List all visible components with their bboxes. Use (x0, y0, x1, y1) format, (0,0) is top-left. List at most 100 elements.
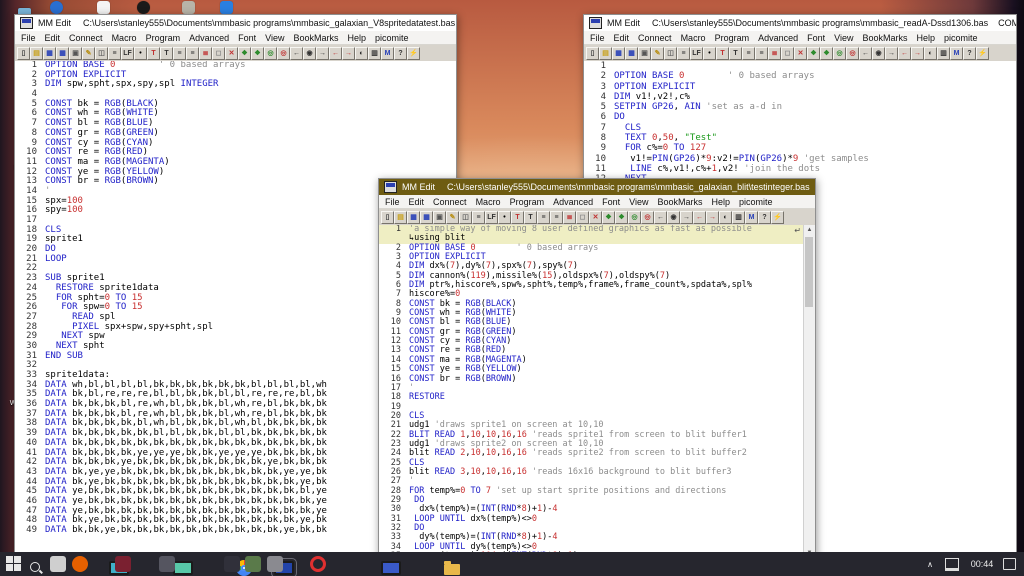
text-red-button[interactable]: T (716, 47, 729, 60)
file-explorer-icon[interactable] (444, 564, 460, 575)
globe-button[interactable]: ◐ (719, 211, 732, 224)
menu-item-file[interactable]: File (21, 33, 36, 43)
network-icon[interactable] (945, 558, 959, 571)
black-gem-icon[interactable] (137, 1, 150, 14)
record-button[interactable]: ◉ (872, 47, 885, 60)
hands-green-1-button[interactable]: ❖ (602, 211, 615, 224)
save-file-button[interactable]: ▦ (407, 211, 420, 224)
menu-item-program[interactable]: Program (510, 197, 545, 207)
menu-item-connect[interactable]: Connect (433, 197, 467, 207)
hands-green-2-button[interactable]: ❖ (615, 211, 628, 224)
app-grid-icon[interactable] (50, 556, 66, 572)
globe-button[interactable]: ◐ (924, 47, 937, 60)
forward-arrow-red-button[interactable]: → (911, 47, 924, 60)
menu-item-advanced[interactable]: Advanced (553, 197, 593, 207)
back-arrow-button[interactable]: ← (859, 47, 872, 60)
list-button[interactable]: ≡ (677, 47, 690, 60)
align-right-button[interactable]: ≡ (186, 47, 199, 60)
delete-red-button[interactable]: ✕ (225, 47, 238, 60)
delete-red-button[interactable]: ✕ (794, 47, 807, 60)
menu-item-macro[interactable]: Macro (476, 197, 501, 207)
maroon-app-icon[interactable] (115, 556, 131, 572)
taskbar-clock[interactable]: 00:44 (965, 559, 999, 569)
menu-item-picomite[interactable]: picomite (375, 33, 409, 43)
menu-item-view[interactable]: View (629, 197, 648, 207)
text-red-button[interactable]: T (147, 47, 160, 60)
menu-item-bookmarks[interactable]: BookMarks (658, 197, 703, 207)
menu-item-edit[interactable]: Edit (45, 33, 61, 43)
faded-app-icon[interactable] (267, 556, 283, 572)
hands-green-2-button[interactable]: ❖ (820, 47, 833, 60)
globe-button[interactable]: ◐ (355, 47, 368, 60)
code-line[interactable]: 2OPTION BASE 0 ' 0 based arrays (584, 71, 1016, 81)
dot-button[interactable]: • (498, 211, 511, 224)
save-file-button[interactable]: ▦ (43, 47, 56, 60)
copy-button[interactable]: ◫ (459, 211, 472, 224)
back-arrow-red-button[interactable]: ← (898, 47, 911, 60)
code-line[interactable]: 5SETPIN GP26, AIN 'set as a-d in (584, 102, 1016, 112)
columns-button[interactable]: ▥ (368, 47, 381, 60)
mmbasic-m-button[interactable]: M (950, 47, 963, 60)
line-feed-button[interactable]: LF (485, 211, 498, 224)
save-as-button[interactable]: ▦ (420, 211, 433, 224)
title-bar[interactable]: MM EditC:\Users\stanley555\Documents\mmb… (584, 15, 1016, 31)
copy-button[interactable]: ◫ (664, 47, 677, 60)
menu-item-font[interactable]: Font (238, 33, 256, 43)
menu-item-view[interactable]: View (834, 33, 853, 43)
code-line[interactable]: 10 v1!=PIN(GP26)*9:v2!=PIN(GP26)*9 'get … (584, 154, 1016, 164)
mmedit2-taskbar-icon[interactable] (381, 561, 401, 575)
find-green-button[interactable]: ◎ (264, 47, 277, 60)
menu-item-view[interactable]: View (265, 33, 284, 43)
help-button[interactable]: ? (758, 211, 771, 224)
record-button[interactable]: ◉ (667, 211, 680, 224)
text-sub-button[interactable]: T (160, 47, 173, 60)
menu-item-file[interactable]: File (385, 197, 400, 207)
align-left-button[interactable]: ≡ (173, 47, 186, 60)
save-as-button[interactable]: ▦ (56, 47, 69, 60)
dark-app-icon[interactable] (159, 556, 175, 572)
menu-item-help[interactable]: Help (712, 197, 731, 207)
notification-icon[interactable] (1003, 558, 1016, 570)
align-red-button[interactable]: ≣ (768, 47, 781, 60)
align-red-button[interactable]: ≣ (563, 211, 576, 224)
menu-item-picomite[interactable]: picomite (739, 197, 773, 207)
list-button[interactable]: ≡ (108, 47, 121, 60)
align-left-button[interactable]: ≡ (537, 211, 550, 224)
comment-bubble-button[interactable]: ◻ (212, 47, 225, 60)
print-button[interactable]: ▣ (638, 47, 651, 60)
columns-button[interactable]: ▥ (732, 211, 745, 224)
line-feed-button[interactable]: LF (690, 47, 703, 60)
run-button[interactable]: ⚡ (771, 211, 784, 224)
run-button[interactable]: ⚡ (976, 47, 989, 60)
title-bar[interactable]: MM EditC:\Users\stanley555\Documents\mmb… (379, 179, 815, 195)
hands-green-2-button[interactable]: ❖ (251, 47, 264, 60)
new-file-button[interactable]: ▯ (586, 47, 599, 60)
save-file-button[interactable]: ▦ (612, 47, 625, 60)
delete-red-button[interactable]: ✕ (589, 211, 602, 224)
code-line[interactable]: 6DO (584, 112, 1016, 122)
menu-item-edit[interactable]: Edit (614, 33, 630, 43)
tray-chevron-icon[interactable]: ∧ (921, 560, 939, 569)
code-line[interactable]: 26blit READ 3,10,10,16,16 'reads 16x16 b… (379, 468, 815, 477)
code-line[interactable]: 24blit READ 2,10,10,16,16 'reads sprite2… (379, 449, 815, 458)
menu-item-connect[interactable]: Connect (69, 33, 103, 43)
line-feed-button[interactable]: LF (121, 47, 134, 60)
dot-button[interactable]: • (134, 47, 147, 60)
menu-item-file[interactable]: File (590, 33, 605, 43)
menu-item-connect[interactable]: Connect (638, 33, 672, 43)
run-button[interactable]: ⚡ (407, 47, 420, 60)
open-file-button[interactable]: ▤ (394, 211, 407, 224)
code-line[interactable]: 8 TEXT 0,50, "Test" (584, 133, 1016, 143)
code-line[interactable]: 18RESTORE (379, 393, 815, 402)
menu-item-picomite[interactable]: picomite (944, 33, 978, 43)
copy-button[interactable]: ◫ (95, 47, 108, 60)
list-button[interactable]: ≡ (472, 211, 485, 224)
title-bar[interactable]: MM EditC:\Users\stanley555\Documents\mmb… (15, 15, 456, 31)
code-editor[interactable]: 1'a simple way of moving 8 user defined … (379, 225, 815, 558)
dot-button[interactable]: • (703, 47, 716, 60)
back-arrow-button[interactable]: ← (290, 47, 303, 60)
forward-arrow-button[interactable]: → (680, 211, 693, 224)
hands-green-1-button[interactable]: ❖ (807, 47, 820, 60)
find-red-button[interactable]: ◎ (641, 211, 654, 224)
vertical-scrollbar[interactable]: ▲▼ (803, 225, 815, 558)
